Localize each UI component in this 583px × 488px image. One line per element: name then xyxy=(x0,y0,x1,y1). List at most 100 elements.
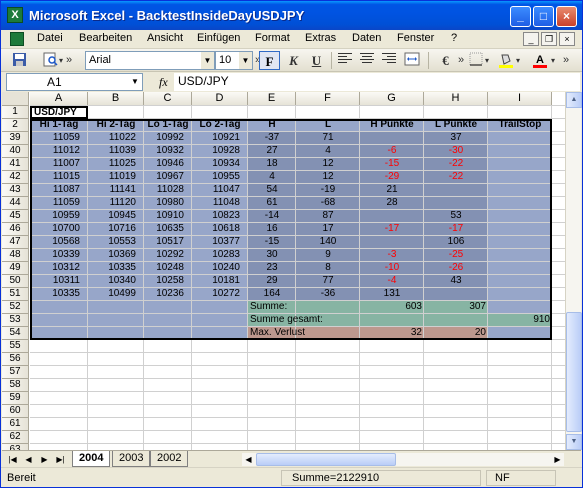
data-cell[interactable]: 28 xyxy=(360,197,424,210)
data-cell[interactable]: 10823 xyxy=(192,210,242,223)
data-cell[interactable]: 30 xyxy=(248,249,296,262)
data-cell[interactable]: 10910 xyxy=(144,210,186,223)
dropdown-arrow-icon[interactable]: ▾ xyxy=(549,52,557,69)
menu-help[interactable]: ? xyxy=(451,32,457,44)
data-cell[interactable]: 10967 xyxy=(144,171,186,184)
italic-button[interactable]: K xyxy=(283,51,304,70)
data-cell[interactable]: -17 xyxy=(424,223,488,236)
data-cell[interactable]: 10700 xyxy=(30,223,82,236)
data-cell[interactable]: -10 xyxy=(360,262,424,275)
row-header-53[interactable]: 53 xyxy=(2,314,29,327)
data-cell[interactable]: 164 xyxy=(248,288,296,301)
summe-label[interactable]: Summe: xyxy=(248,301,360,314)
data-cell[interactable]: 29 xyxy=(248,275,296,288)
max-verlust-g-value[interactable]: 32 xyxy=(360,327,424,340)
max-verlust-h-value[interactable]: 20 xyxy=(424,327,488,340)
row-header-2[interactable]: 2 xyxy=(2,119,29,132)
data-cell[interactable]: 10499 xyxy=(88,288,138,301)
last-sheet-icon[interactable]: ▶| xyxy=(54,453,67,466)
data-cell[interactable]: 11019 xyxy=(88,171,138,184)
font-size-select[interactable]: 10 ▼ xyxy=(215,51,253,70)
scroll-up-icon[interactable]: ▲ xyxy=(566,92,582,108)
data-cell[interactable]: 10921 xyxy=(192,132,242,145)
data-cell[interactable]: 11087 xyxy=(30,184,82,197)
sheet-tab-2002[interactable]: 2002 xyxy=(150,451,189,467)
data-cell[interactable]: 140 xyxy=(296,236,360,249)
data-cell[interactable]: 16 xyxy=(248,223,296,236)
data-cell[interactable]: 10311 xyxy=(30,275,82,288)
data-cell[interactable]: 8 xyxy=(296,262,360,275)
data-cell[interactable]: -30 xyxy=(424,145,488,158)
vertical-scrollbar[interactable]: ▲ ▼ xyxy=(565,92,582,450)
data-cell[interactable]: 10292 xyxy=(144,249,186,262)
minimize-button[interactable]: _ xyxy=(510,6,531,27)
data-cell[interactable]: 11015 xyxy=(30,171,82,184)
header-cell-g[interactable]: H Punkte xyxy=(360,119,424,132)
row-header-39[interactable]: 39 xyxy=(2,132,29,145)
row-header-1[interactable]: 1 xyxy=(2,106,29,119)
data-cell[interactable]: 11012 xyxy=(30,145,82,158)
data-cell[interactable]: 10928 xyxy=(192,145,242,158)
align-center-icon[interactable] xyxy=(360,53,374,66)
first-sheet-icon[interactable]: |◀ xyxy=(6,453,19,466)
data-cell[interactable]: -15 xyxy=(248,236,296,249)
select-all-corner[interactable] xyxy=(2,92,29,106)
maximize-button[interactable]: □ xyxy=(533,6,554,27)
row-header-62[interactable]: 62 xyxy=(2,431,29,444)
data-cell[interactable]: 10932 xyxy=(144,145,186,158)
menu-bearbeiten[interactable]: Bearbeiten xyxy=(79,32,132,44)
scroll-down-icon[interactable]: ▼ xyxy=(566,434,582,450)
header-cell-e[interactable]: H xyxy=(248,119,296,132)
excel-icon[interactable]: X xyxy=(7,7,23,23)
data-cell[interactable]: 27 xyxy=(248,145,296,158)
cell-a1[interactable]: USD/JPY xyxy=(30,106,88,119)
data-cell[interactable]: 10369 xyxy=(88,249,138,262)
column-header-a[interactable]: A xyxy=(30,92,88,106)
workbook-icon[interactable] xyxy=(10,32,24,46)
row-header-45[interactable]: 45 xyxy=(2,210,29,223)
row-header-50[interactable]: 50 xyxy=(2,275,29,288)
data-cell[interactable]: 77 xyxy=(296,275,360,288)
prev-sheet-icon[interactable]: ◀ xyxy=(22,453,35,466)
insert-function-icon[interactable]: fx xyxy=(159,75,168,90)
row-header-40[interactable]: 40 xyxy=(2,145,29,158)
row-header-58[interactable]: 58 xyxy=(2,379,29,392)
data-cell[interactable]: 10181 xyxy=(192,275,242,288)
font-name-select[interactable]: Arial ▼ xyxy=(85,51,215,70)
data-cell[interactable]: -25 xyxy=(424,249,488,262)
data-cell[interactable]: 10517 xyxy=(144,236,186,249)
data-cell[interactable]: 10980 xyxy=(144,197,186,210)
row-header-61[interactable]: 61 xyxy=(2,418,29,431)
row-header-44[interactable]: 44 xyxy=(2,197,29,210)
row-header-56[interactable]: 56 xyxy=(2,353,29,366)
row-header-51[interactable]: 51 xyxy=(2,288,29,301)
menu-ansicht[interactable]: Ansicht xyxy=(147,32,183,44)
row-header-46[interactable]: 46 xyxy=(2,223,29,236)
row-header-54[interactable]: 54 xyxy=(2,327,29,340)
row-header-43[interactable]: 43 xyxy=(2,184,29,197)
merge-center-icon[interactable] xyxy=(403,52,421,69)
doc-close-button[interactable]: × xyxy=(559,32,575,46)
header-cell-h[interactable]: L Punkte xyxy=(424,119,488,132)
menu-daten[interactable]: Daten xyxy=(352,32,381,44)
header-cell-d[interactable]: Lo 2-Tag xyxy=(192,119,248,132)
data-cell[interactable]: 21 xyxy=(360,184,424,197)
column-header-h[interactable]: H xyxy=(424,92,488,106)
data-cell[interactable]: 18 xyxy=(248,158,296,171)
data-cell[interactable]: 12 xyxy=(296,158,360,171)
menu-format[interactable]: Format xyxy=(255,32,290,44)
data-cell[interactable]: -14 xyxy=(248,210,296,223)
summe-h-value[interactable]: 307 xyxy=(424,301,488,314)
header-cell-f[interactable]: L xyxy=(296,119,360,132)
data-cell[interactable]: 11039 xyxy=(88,145,138,158)
column-header-f[interactable]: F xyxy=(296,92,360,106)
data-cell[interactable]: -22 xyxy=(424,171,488,184)
data-cell[interactable]: 11059 xyxy=(30,197,82,210)
data-cell[interactable]: 10340 xyxy=(88,275,138,288)
column-header-e[interactable]: E xyxy=(248,92,296,106)
row-header-41[interactable]: 41 xyxy=(2,158,29,171)
column-header-i[interactable]: I xyxy=(488,92,552,106)
chevron-down-icon[interactable]: ▼ xyxy=(127,73,143,91)
data-cell[interactable]: 11025 xyxy=(88,158,138,171)
data-cell[interactable]: 10339 xyxy=(30,249,82,262)
